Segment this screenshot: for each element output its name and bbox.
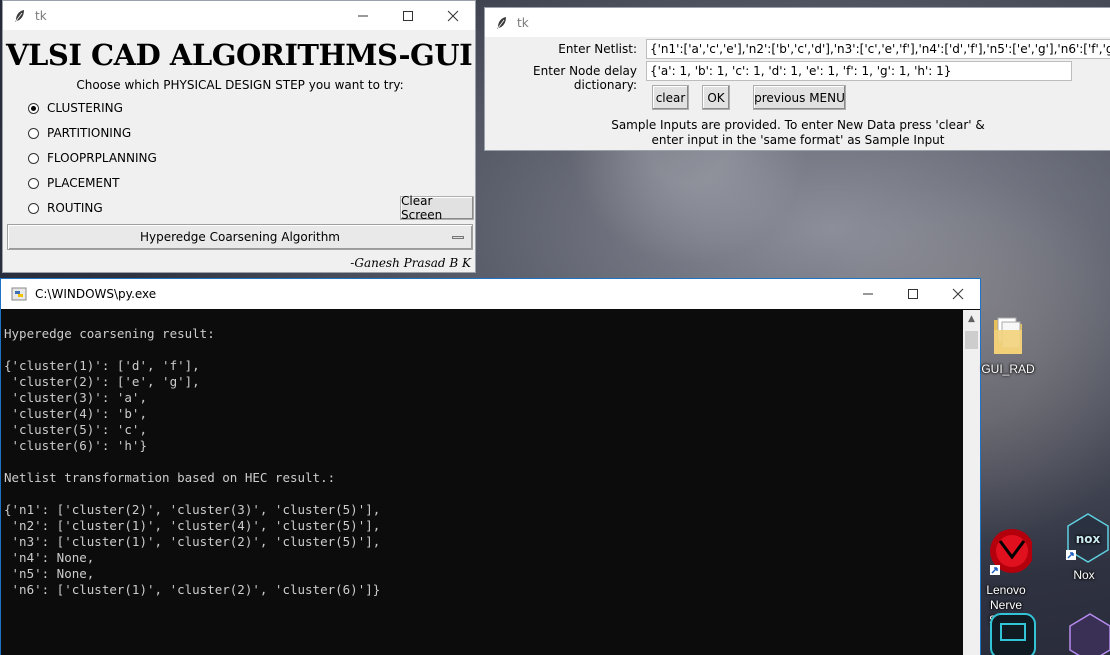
lenovo-nerve-sense-icon [990,529,1034,575]
netlist-input-window: tk Enter Netlist: {'n1':['a','c','e'],'n… [484,7,1110,151]
maximize-button[interactable] [890,279,935,308]
app-heading: VLSI CAD ALGORITHMS-GUI [6,38,473,72]
app-icon [990,613,1036,655]
tk-feather-icon [15,9,24,22]
radio-button-icon [28,177,39,189]
nox-icon: nox [1066,513,1109,563]
radio-button-icon [28,102,39,114]
close-button[interactable] [935,279,980,308]
radio-label: ROUTING [47,201,103,215]
sample-input-note-line2: enter input in the 'same format' as Samp… [651,133,945,147]
scrollbar-thumb[interactable] [965,331,978,349]
console-output-text: Hyperedge coarsening result: {'cluster(1… [4,326,381,597]
console-window: C:\WINDOWS\py.exe Hyperedge coarsening r… [0,278,981,655]
window-title: tk [35,8,47,23]
author-credit: -Ganesh Prasad B K [350,256,471,270]
algorithm-selected-value: Hyperedge Coarsening Algorithm [140,230,340,244]
close-icon [952,288,963,299]
desktop-icon-nox[interactable]: nox Nox [1054,512,1110,583]
desktop-icon-partial-2[interactable] [1056,612,1110,655]
minimize-icon [357,15,368,16]
radio-button-icon [28,127,39,139]
radio-partitioning[interactable]: PARTITIONING [28,126,131,140]
minimize-button[interactable] [340,1,385,30]
radio-button-icon [28,202,39,214]
minimize-button[interactable] [845,279,890,308]
clear-screen-button[interactable]: Clear Screen [400,194,474,222]
title-bar[interactable]: tk [485,8,1110,37]
desktop-icon-partial-1[interactable] [982,612,1042,655]
close-button[interactable] [430,1,475,30]
radio-button-icon [28,152,39,164]
radio-label: FLOOPRPLANNING [47,151,157,165]
radio-floorplanning[interactable]: FLOOPRPLANNING [28,151,157,165]
radio-label: PARTITIONING [47,126,132,140]
netlist-input[interactable]: {'n1':['a','c','e'],'n2':['b','c','d'],'… [646,39,1110,59]
title-bar[interactable]: tk [3,1,475,30]
radio-routing[interactable]: ROUTING [28,201,103,215]
ok-button[interactable]: OK [702,85,730,110]
algorithm-option-menu[interactable]: Hyperedge Coarsening Algorithm [7,224,473,250]
console-output-area[interactable]: Hyperedge coarsening result: {'cluster(1… [1,310,963,655]
tk-feather-icon [497,16,506,29]
previous-menu-button[interactable]: previous MENU [753,85,846,110]
desktop-icon-label: Nox [1073,568,1095,582]
clear-button[interactable]: clear [652,85,689,110]
step-prompt: Choose which PHYSICAL DESIGN STEP you wa… [76,78,404,92]
python-icon [11,287,27,301]
maximize-button[interactable] [385,1,430,30]
maximize-icon [402,10,413,21]
radio-label: PLACEMENT [47,176,120,190]
desktop-icon-gui-rad[interactable]: GUI_RAD [978,314,1038,377]
main-gui-window: tk VLSI CAD ALGORITHMS-GUI Choose which … [2,0,476,273]
window-title: tk [517,15,529,30]
minimize-icon [862,293,873,294]
folder-icon [994,317,1022,354]
maximize-icon [907,288,918,299]
radio-clustering[interactable]: CLUSTERING [28,101,123,115]
node-delay-input[interactable]: {'a': 1, 'b': 1, 'c': 1, 'd': 1, 'e': 1,… [646,61,1072,81]
netlist-label: Enter Netlist: [558,42,637,56]
option-menu-indicator-icon [452,236,464,239]
window-title: C:\WINDOWS\py.exe [35,287,157,301]
radio-placement[interactable]: PLACEMENT [28,176,119,190]
title-bar[interactable]: C:\WINDOWS\py.exe [1,279,980,309]
desktop-icon-label: GUI_RAD [981,362,1035,376]
close-icon [447,10,458,21]
svg-text:nox: nox [1076,532,1101,546]
nox-icon [1069,613,1110,655]
radio-label: CLUSTERING [47,101,123,115]
sample-input-note-line1: Sample Inputs are provided. To enter New… [611,118,985,132]
node-delay-label: Enter Node delay dictionary: [533,64,637,92]
